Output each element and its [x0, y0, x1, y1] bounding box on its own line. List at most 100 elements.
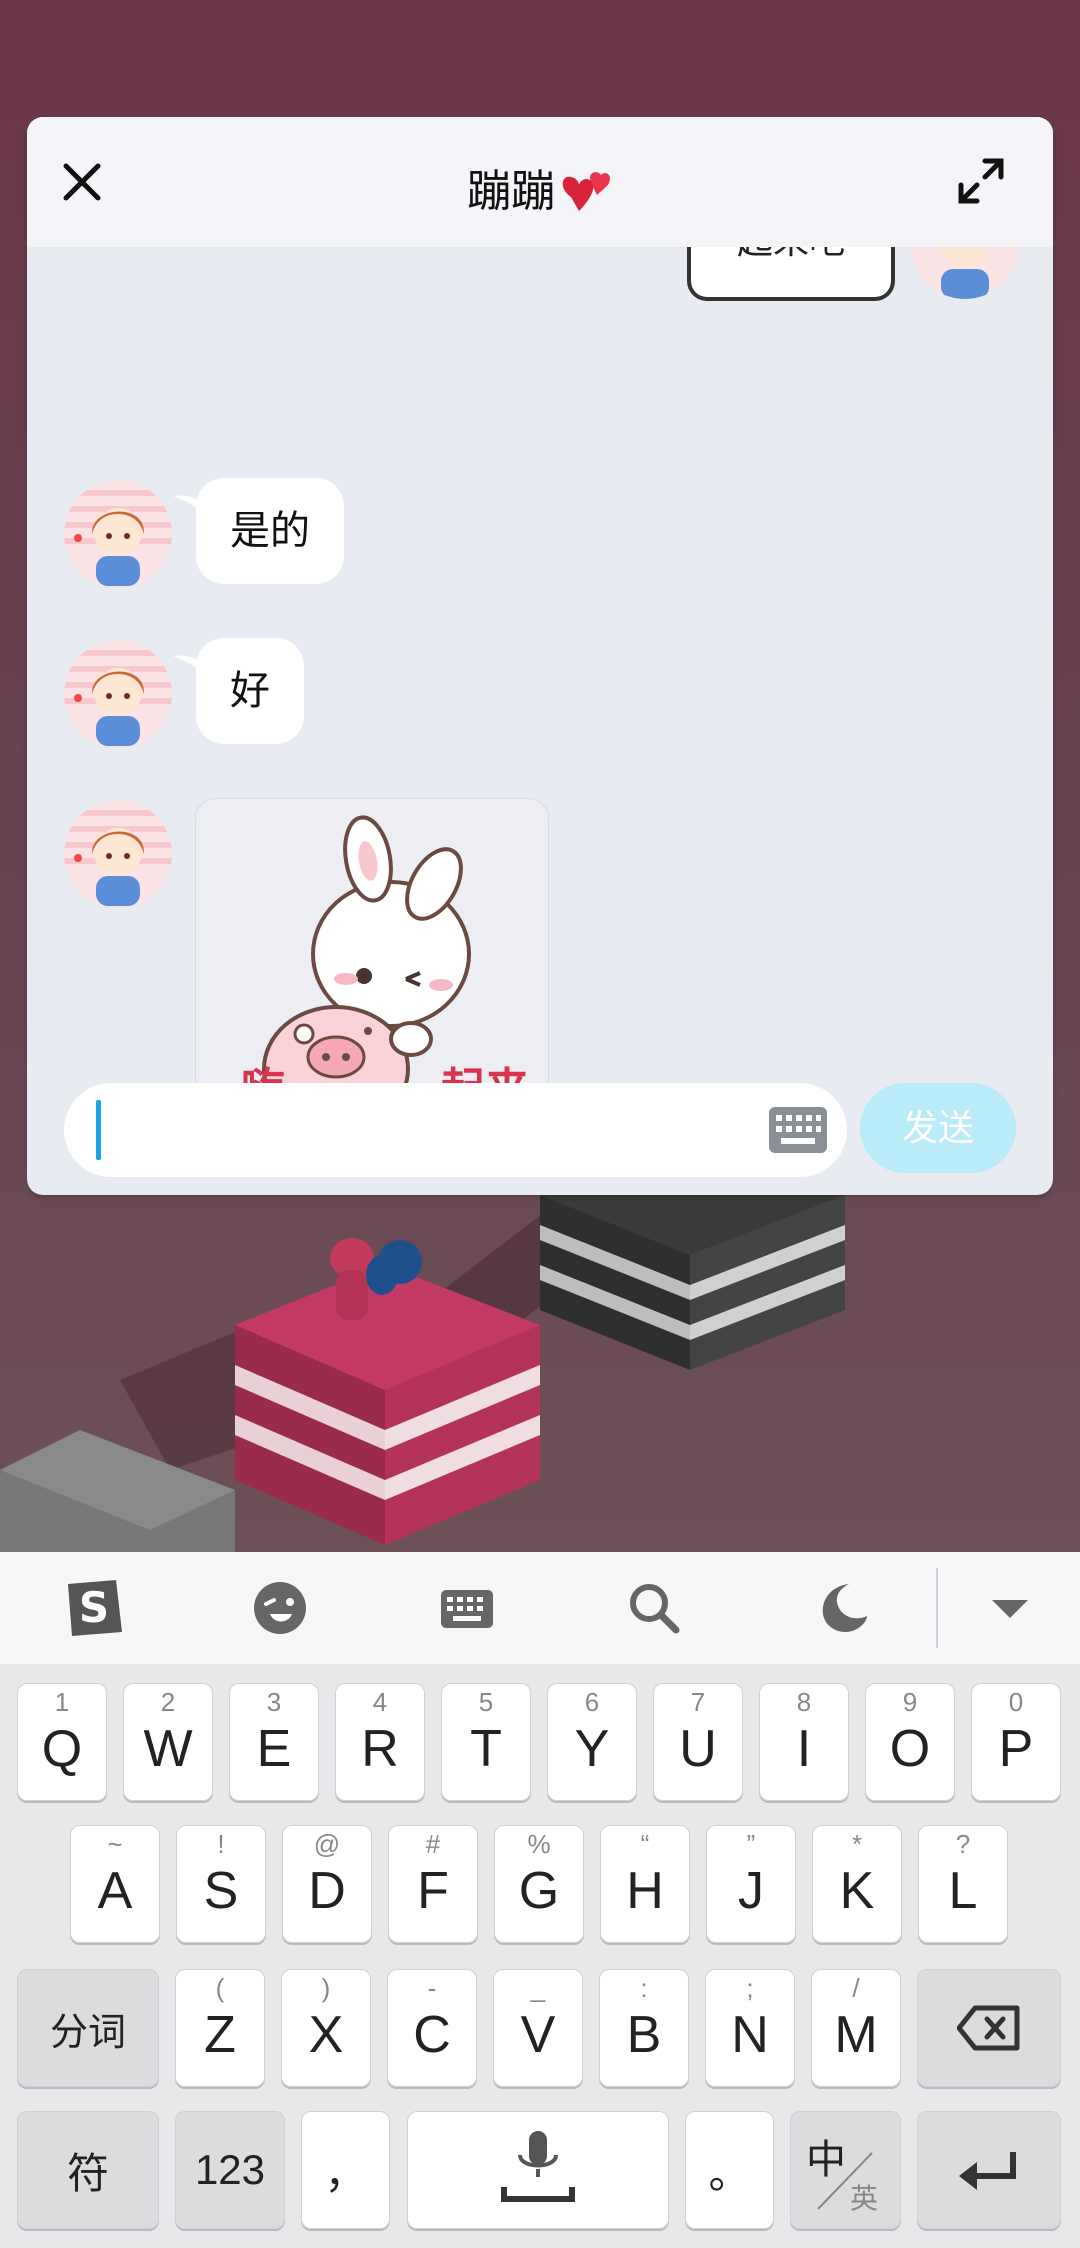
key-r[interactable]: 4R	[335, 1683, 425, 1801]
key-e[interactable]: 3E	[229, 1683, 319, 1801]
key-t[interactable]: 5T	[441, 1683, 531, 1801]
key-k[interactable]: * K	[812, 1825, 902, 1943]
key-secondary-label: 0	[1008, 1687, 1024, 1717]
key-s[interactable]: ! S	[176, 1825, 266, 1943]
key-secondary-label: ;	[746, 1973, 754, 2003]
key-j[interactable]: ” J	[706, 1825, 796, 1943]
key-secondary-label: ?	[955, 1829, 971, 1859]
svg-text:S: S	[79, 1583, 109, 1632]
key-v[interactable]: _ V	[493, 1969, 583, 2087]
number-key[interactable]: 123	[175, 2111, 285, 2229]
expand-button[interactable]	[955, 155, 1007, 207]
enter-icon	[959, 2152, 1016, 2190]
key-secondary-label: :	[640, 1973, 648, 2003]
symbol-key[interactable]: 符	[17, 2111, 159, 2229]
key-secondary-label: 7	[690, 1687, 706, 1717]
key-w[interactable]: 2W	[123, 1683, 213, 1801]
received-message-bubble[interactable]: 是的	[196, 478, 344, 584]
key-secondary-label: ”	[746, 1829, 756, 1859]
key-secondary-label: !	[217, 1829, 225, 1859]
microphone-space-icon	[501, 2131, 575, 2202]
keyboard-switch-button[interactable]	[435, 1576, 499, 1640]
emoji-button[interactable]	[248, 1576, 312, 1640]
key-g[interactable]: % G	[494, 1825, 584, 1943]
key-label: H	[626, 1862, 664, 1920]
key-label: D	[308, 1862, 346, 1920]
key-n[interactable]: ; N	[705, 1969, 795, 2087]
key-label: K	[839, 1862, 875, 1920]
key-y[interactable]: 6Y	[547, 1683, 637, 1801]
key-secondary-label: ~	[107, 1829, 123, 1859]
key-b[interactable]: :B	[599, 1969, 689, 2087]
key-secondary-label: 5	[478, 1687, 494, 1717]
key-secondary-label: )	[321, 1973, 331, 2003]
key-label: P	[998, 1720, 1034, 1778]
backspace-icon	[957, 2005, 1020, 2051]
sent-message-bubble: 起来吧	[687, 247, 895, 301]
key-label: N	[731, 2006, 769, 2064]
key-u[interactable]: 7U	[653, 1683, 743, 1801]
key-label: Z	[204, 2006, 236, 2064]
key-z[interactable]: (Z	[175, 1969, 265, 2087]
contact-avatar[interactable]	[64, 480, 172, 588]
two-hearts-icon	[562, 172, 611, 212]
key-h[interactable]: “H	[600, 1825, 690, 1943]
chat-title: 蹦蹦	[467, 167, 555, 216]
contact-avatar[interactable]	[64, 640, 172, 748]
collapse-keyboard-button[interactable]	[978, 1576, 1042, 1640]
keyboard-icon	[441, 1590, 493, 1628]
key-x[interactable]: ) X	[281, 1969, 371, 2087]
key-label: I	[796, 1720, 812, 1778]
soft-keyboard: S 1 Q 2 W 3 E 4 R 5 T 6 Y 7 U 8 I 9 O 0 …	[0, 1552, 1080, 2248]
key-label: Q	[41, 1720, 83, 1778]
number-key-label: 123	[194, 2146, 266, 2193]
space-key-icons	[407, 2111, 669, 2229]
language-switch-key[interactable]: 中 英	[790, 2111, 901, 2229]
key-secondary-label: #	[425, 1829, 441, 1859]
avatar-image	[64, 640, 172, 748]
key-label: C	[413, 2006, 451, 2064]
night-mode-button[interactable]	[809, 1576, 873, 1640]
key-m[interactable]: / M	[811, 1969, 901, 2087]
key-c[interactable]: -C	[387, 1969, 477, 2087]
search-button[interactable]	[622, 1576, 686, 1640]
key-label: A	[97, 1862, 133, 1920]
key-q[interactable]: 1Q	[17, 1683, 107, 1801]
space-key[interactable]	[407, 2111, 669, 2229]
fenci-key[interactable]: 分词	[17, 1969, 159, 2087]
sogou-logo-button[interactable]: S	[62, 1576, 126, 1640]
search-icon	[630, 1584, 680, 1634]
enter-key[interactable]	[917, 2111, 1061, 2229]
contact-avatar[interactable]	[64, 800, 172, 908]
period-key[interactable]: 。	[685, 2111, 774, 2229]
key-p[interactable]: 0P	[971, 1683, 1061, 1801]
key-secondary-label: “	[640, 1829, 650, 1859]
key-secondary-label: @	[313, 1829, 341, 1859]
message-input-field[interactable]	[104, 1093, 748, 1169]
send-button[interactable]: 发送	[860, 1083, 1016, 1173]
message-text: 好	[230, 669, 270, 713]
keyboard-toolbar: S	[0, 1552, 1080, 1664]
key-d[interactable]: @ D	[282, 1825, 372, 1943]
key-label: M	[834, 2006, 878, 2064]
key-l[interactable]: ? L	[918, 1825, 1008, 1943]
key-label: L	[948, 1862, 978, 1920]
message-input[interactable]	[64, 1083, 847, 1177]
key-i[interactable]: 8I	[759, 1683, 849, 1801]
key-o[interactable]: 9O	[865, 1683, 955, 1801]
received-message-bubble[interactable]: 好	[196, 638, 304, 744]
key-f[interactable]: # F	[388, 1825, 478, 1943]
comma-key[interactable]: ，	[301, 2111, 390, 2229]
keyboard-toggle-button[interactable]	[769, 1107, 827, 1153]
backspace-key[interactable]	[917, 1969, 1061, 2087]
key-secondary-label: _	[530, 1973, 546, 2003]
self-avatar[interactable]	[911, 247, 1019, 299]
expand-icon	[958, 158, 1004, 204]
key-a[interactable]: ~ A	[70, 1825, 160, 1943]
symbol-key-label: 符	[66, 2149, 109, 2197]
key-secondary-label: 6	[584, 1687, 600, 1717]
language-en-label: 英	[850, 2183, 879, 2214]
comma-key-label: ，	[324, 2149, 367, 2197]
key-label: W	[143, 1720, 193, 1778]
key-label: T	[470, 1720, 502, 1778]
